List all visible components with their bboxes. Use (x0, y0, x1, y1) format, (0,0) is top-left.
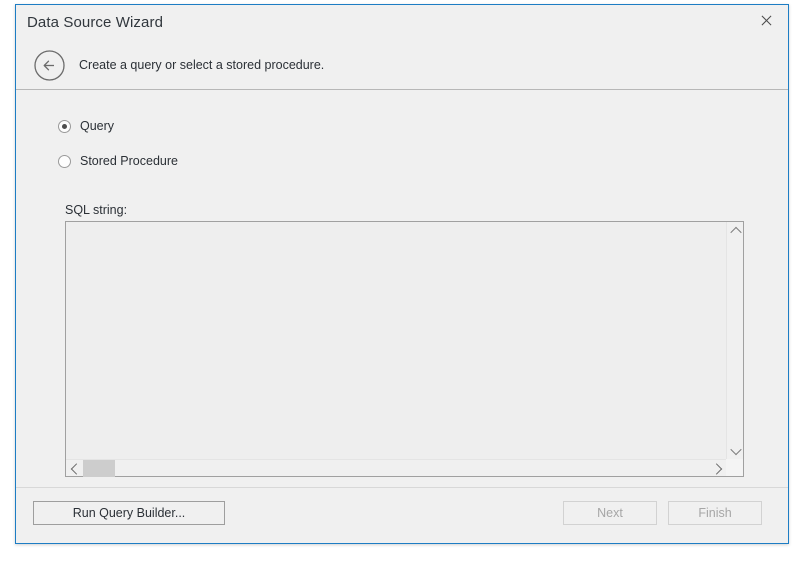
radio-stored-procedure-indicator (58, 154, 71, 168)
sql-horizontal-scrollbar[interactable] (66, 459, 726, 477)
wizard-header: Create a query or select a stored proced… (16, 43, 788, 89)
sql-string-label: SQL string: (65, 203, 128, 217)
scroll-up-button[interactable] (727, 222, 744, 239)
scroll-left-button[interactable] (66, 460, 83, 477)
horizontal-scroll-thumb[interactable] (83, 460, 115, 477)
title-bar: Data Source Wizard (16, 5, 788, 43)
radio-stored-procedure-label: Stored Procedure (80, 154, 178, 168)
close-button[interactable] (744, 5, 788, 35)
radio-option-query[interactable]: Query (58, 119, 114, 133)
circle-left-arrow-icon (34, 50, 65, 81)
sql-string-input[interactable] (66, 222, 726, 459)
header-subtitle: Create a query or select a stored proced… (79, 58, 325, 72)
scroll-right-button[interactable] (709, 460, 726, 477)
run-query-builder-button[interactable]: Run Query Builder... (33, 501, 225, 525)
radio-option-stored-procedure[interactable]: Stored Procedure (58, 154, 178, 168)
scroll-down-button[interactable] (727, 442, 744, 459)
close-icon (760, 14, 773, 27)
radio-query-indicator (58, 119, 71, 133)
chevron-up-icon (729, 226, 742, 238)
chevron-left-icon (70, 462, 82, 475)
chevron-down-icon (729, 443, 742, 455)
window-title: Data Source Wizard (27, 14, 164, 31)
scrollbar-corner (726, 459, 743, 476)
chevron-right-icon (710, 462, 722, 475)
next-button[interactable]: Next (563, 501, 657, 525)
sql-string-textarea-container (65, 221, 744, 477)
wizard-body: Query Stored Procedure SQL string: (16, 90, 788, 488)
wizard-footer: Run Query Builder... Next Finish (16, 488, 788, 543)
sql-vertical-scrollbar[interactable] (726, 222, 743, 459)
radio-query-label: Query (80, 119, 115, 133)
back-button[interactable] (33, 49, 66, 82)
data-source-wizard-window: Data Source Wizard Create a query or sel… (15, 4, 789, 544)
finish-button[interactable]: Finish (668, 501, 762, 525)
